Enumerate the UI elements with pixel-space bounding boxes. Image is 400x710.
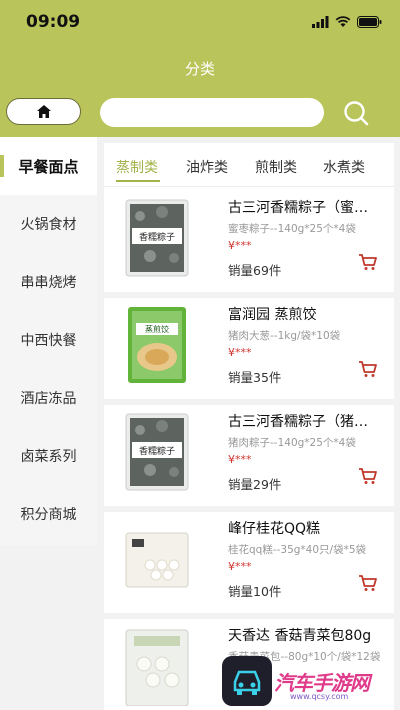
product-sales: 销量10件 [228, 584, 282, 599]
sidebar-item-label: 早餐面点 [18, 157, 79, 176]
tab-pan-fried[interactable]: 煎制类 [255, 157, 297, 177]
product-image[interactable] [122, 626, 192, 706]
home-button[interactable] [6, 98, 81, 125]
sidebar-item-label: 火锅食材 [20, 217, 77, 233]
product-card[interactable]: 蒸煎饺 富润园 蒸煎饺 猪肉大葱--1kg/袋*10袋 ¥*** 销量35件 [104, 298, 394, 405]
signal-icon [312, 16, 329, 28]
product-image[interactable] [122, 519, 192, 599]
sidebar-item-skewers[interactable]: 串串烧烤 [0, 253, 97, 311]
category-sidebar: 早餐面点 火锅食材 串串烧烤 中西快餐 酒店冻品 卤菜系列 积分商城 [0, 137, 97, 545]
tab-boiled[interactable]: 水煮类 [323, 157, 365, 177]
sidebar-item-label: 卤菜系列 [20, 449, 77, 465]
sidebar-item-label: 中西快餐 [20, 333, 77, 349]
product-sales: 销量29件 [228, 477, 282, 492]
sidebar-item-label: 串串烧烤 [20, 275, 77, 291]
product-sales: 销量35件 [228, 370, 282, 385]
product-name[interactable]: 富润园 蒸煎饺 [228, 304, 380, 324]
product-price: ¥*** [228, 453, 252, 466]
product-name[interactable]: 古三河香糯粽子（猪肉） [228, 411, 380, 431]
product-spec: 猪肉粽子--140g*25个*4袋 [228, 437, 356, 449]
app-header: 09:09 分类 [0, 0, 400, 137]
search-input[interactable] [100, 98, 324, 127]
tab-steamed[interactable]: 蒸制类 [116, 157, 158, 177]
product-panel: 蒸制类 油炸类 煎制类 水煮类 香糯粽子 古三河香糯粽子（蜜枣） 蜜枣粽子--1… [104, 143, 394, 710]
watermark: 汽车手游网 www.qcsy.com [200, 652, 400, 710]
sidebar-item-hotel-frozen[interactable]: 酒店冻品 [0, 369, 97, 427]
add-to-cart-icon[interactable] [358, 467, 378, 485]
sidebar-item-points-mall[interactable]: 积分商城 [0, 485, 97, 543]
status-bar: 09:09 [0, 0, 400, 44]
product-image[interactable]: 蒸煎饺 [122, 305, 192, 385]
home-icon [36, 105, 51, 118]
tab-fried[interactable]: 油炸类 [186, 157, 228, 177]
product-spec: 猪肉大葱--1kg/袋*10袋 [228, 330, 341, 342]
svg-text:香糯粽子: 香糯粽子 [139, 445, 175, 457]
product-card[interactable]: 香糯粽子 古三河香糯粽子（蜜枣） 蜜枣粽子--140g*25个*4袋 ¥*** … [104, 191, 394, 298]
status-icons [312, 15, 382, 29]
watermark-url: www.qcsy.com [290, 692, 349, 701]
add-to-cart-icon[interactable] [358, 574, 378, 592]
sidebar-item-breakfast[interactable]: 早餐面点 [0, 137, 97, 195]
sidebar-item-fastfood[interactable]: 中西快餐 [0, 311, 97, 369]
sidebar-item-label: 酒店冻品 [20, 391, 77, 407]
svg-text:蒸煎饺: 蒸煎饺 [145, 324, 169, 334]
sidebar-item-hotpot[interactable]: 火锅食材 [0, 195, 97, 253]
product-name[interactable]: 天香达 香菇青菜包80g [228, 625, 380, 645]
svg-text:香糯粽子: 香糯粽子 [139, 231, 175, 243]
status-time: 09:09 [26, 12, 81, 32]
product-price: ¥*** [228, 346, 252, 359]
product-image[interactable]: 香糯粽子 [122, 198, 192, 278]
wifi-icon [335, 16, 351, 27]
product-spec: 蜜枣粽子--140g*25个*4袋 [228, 223, 356, 235]
sidebar-item-braised[interactable]: 卤菜系列 [0, 427, 97, 485]
product-price: ¥*** [228, 560, 252, 573]
car-icon [233, 670, 261, 695]
sidebar-item-label: 积分商城 [20, 507, 77, 523]
watermark-logo [222, 656, 272, 706]
search-icon[interactable] [343, 100, 369, 126]
battery-icon [357, 16, 382, 28]
add-to-cart-icon[interactable] [358, 253, 378, 271]
product-image[interactable]: 香糯粽子 [122, 412, 192, 492]
product-price: ¥*** [228, 239, 252, 252]
add-to-cart-icon[interactable] [358, 360, 378, 378]
active-tab-indicator [116, 180, 160, 182]
product-name[interactable]: 峰仔桂花QQ糕 [228, 518, 380, 538]
product-card[interactable]: 香糯粽子 古三河香糯粽子（猪肉） 猪肉粽子--140g*25个*4袋 ¥*** … [104, 405, 394, 512]
product-card[interactable]: 峰仔桂花QQ糕 桂花qq糕--35g*40只/袋*5袋 ¥*** 销量10件 [104, 512, 394, 619]
subcategory-tabs: 蒸制类 油炸类 煎制类 水煮类 [104, 143, 394, 187]
page-title: 分类 [184, 60, 215, 78]
product-sales: 销量69件 [228, 263, 282, 278]
product-spec: 桂花qq糕--35g*40只/袋*5袋 [228, 544, 367, 556]
product-list: 香糯粽子 古三河香糯粽子（蜜枣） 蜜枣粽子--140g*25个*4袋 ¥*** … [104, 191, 394, 710]
product-name[interactable]: 古三河香糯粽子（蜜枣） [228, 197, 380, 217]
